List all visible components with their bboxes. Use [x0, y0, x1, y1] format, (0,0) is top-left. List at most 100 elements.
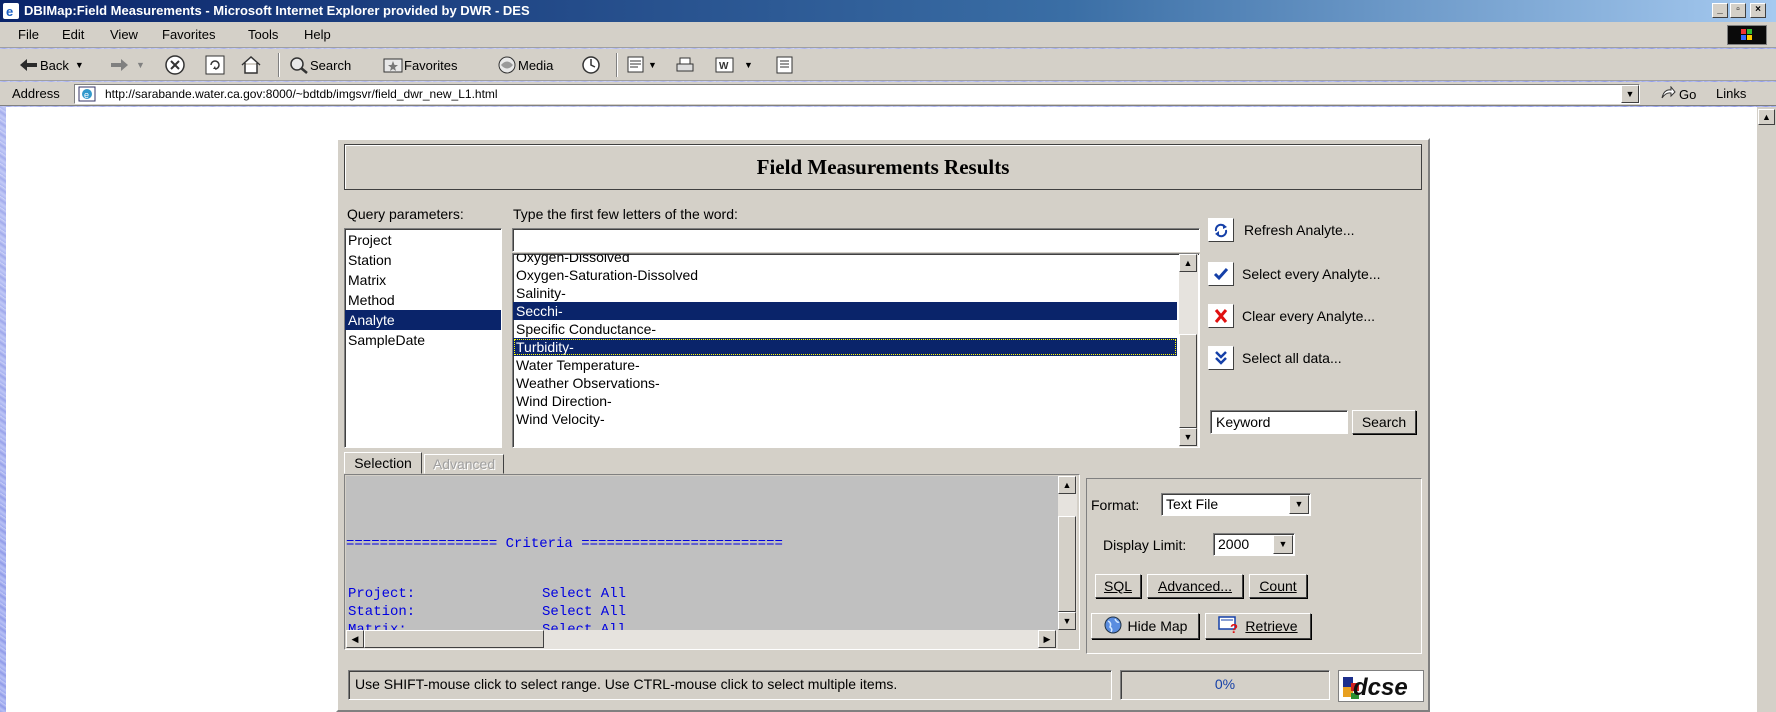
scroll-thumb[interactable] [1058, 516, 1076, 612]
menu-file[interactable]: File [18, 27, 39, 42]
type-letters-label: Type the first few letters of the word: [513, 206, 738, 222]
forward-dropdown-icon[interactable]: ▼ [136, 60, 145, 70]
address-dropdown-icon[interactable]: ▼ [1621, 85, 1639, 103]
close-button[interactable]: × [1750, 3, 1766, 18]
scroll-up-icon[interactable]: ▲ [1179, 254, 1197, 272]
query-param-project[interactable]: Project [345, 230, 501, 250]
select-all-data-button[interactable]: Select all data... [1208, 346, 1342, 370]
analyte-item[interactable]: Wind Direction- [513, 392, 1177, 410]
toolbar-separator [278, 53, 280, 77]
criteria-row: Matrix: Select All [346, 621, 1058, 630]
sql-button[interactable]: SQL [1095, 574, 1141, 598]
go-arrow-icon [1660, 85, 1676, 103]
criteria-panel: ================== Criteria ============… [344, 474, 1080, 650]
query-param-sampledate[interactable]: SampleDate [345, 330, 501, 350]
back-button[interactable]: Back ▼ [18, 53, 84, 77]
scroll-right-icon[interactable]: ▶ [1038, 630, 1056, 648]
word-dropdown-icon[interactable]: ▼ [744, 60, 753, 70]
analyte-item[interactable]: Turbidity- [513, 338, 1177, 356]
minimize-button[interactable]: _ [1712, 3, 1728, 18]
chevron-down-icon[interactable]: ▼ [1273, 535, 1293, 554]
menu-edit[interactable]: Edit [62, 27, 84, 42]
scroll-down-icon[interactable]: ▼ [1058, 612, 1076, 630]
format-label: Format: [1091, 497, 1140, 513]
scroll-up-icon[interactable]: ▲ [1758, 109, 1775, 125]
scroll-down-icon[interactable]: ▼ [1179, 428, 1197, 446]
tab-advanced[interactable]: Advanced [424, 454, 504, 474]
edit-word-button[interactable]: W ▼ [714, 53, 753, 77]
scroll-left-icon[interactable]: ◀ [346, 630, 364, 648]
scroll-thumb[interactable] [1179, 334, 1197, 428]
menu-tools[interactable]: Tools [248, 27, 278, 42]
display-limit-select[interactable]: 2000 ▼ [1213, 533, 1295, 556]
scroll-up-icon[interactable]: ▲ [1058, 476, 1076, 494]
analyte-list-scrollbar[interactable]: ▲ ▼ [1179, 254, 1198, 447]
search-button[interactable]: Search [1352, 410, 1416, 434]
query-parameters-list: Project Station Matrix Method Analyte SampleD… [344, 228, 502, 448]
hide-map-label: Hide Map [1127, 618, 1188, 634]
query-param-station[interactable]: Station [345, 250, 501, 270]
print-button[interactable] [674, 53, 696, 77]
progress-indicator: 0% [1120, 670, 1330, 700]
keyword-input[interactable]: Keyword [1210, 410, 1348, 434]
criteria-vscrollbar[interactable]: ▲ ▼ [1058, 476, 1077, 630]
home-button[interactable] [240, 53, 262, 77]
retrieve-button[interactable]: ? Retrieve [1205, 613, 1311, 639]
select-every-analyte-button[interactable]: Select every Analyte... [1208, 262, 1381, 286]
type-letters-input[interactable] [512, 228, 1200, 252]
dcse-logo-text: dcse [1353, 674, 1408, 701]
history-button[interactable] [580, 53, 602, 77]
menu-favorites[interactable]: Favorites [162, 27, 215, 42]
scroll-thumb[interactable] [364, 630, 544, 648]
back-dropdown-icon[interactable]: ▼ [75, 60, 84, 70]
forward-arrow-icon [108, 55, 130, 75]
analyte-item[interactable]: Water Temperature- [513, 356, 1177, 374]
address-url: http://sarabande.water.ca.gov:8000/~bdtd… [105, 87, 498, 101]
analyte-item[interactable]: Wind Velocity- [513, 410, 1177, 428]
clear-every-analyte-button[interactable]: Clear every Analyte... [1208, 304, 1375, 328]
page-icon: e [78, 86, 96, 102]
stop-button[interactable] [164, 53, 186, 77]
menu-view[interactable]: View [110, 27, 138, 42]
page-scrollbar[interactable]: ▲ [1756, 107, 1776, 712]
analyte-item[interactable]: Secchi- [513, 302, 1177, 320]
query-param-method[interactable]: Method [345, 290, 501, 310]
mail-button[interactable]: ▼ [626, 53, 657, 77]
links-button[interactable]: Links [1716, 86, 1746, 101]
query-param-analyte[interactable]: Analyte [345, 310, 501, 330]
mail-dropdown-icon[interactable]: ▼ [648, 60, 657, 70]
query-param-matrix[interactable]: Matrix [345, 270, 501, 290]
retrieve-label: Retrieve [1245, 618, 1298, 634]
favorites-button[interactable]: Favorites [382, 53, 457, 77]
discuss-button[interactable] [774, 53, 796, 77]
analyte-item[interactable]: Salinity- [513, 284, 1177, 302]
media-button[interactable]: Media [496, 53, 553, 77]
count-button[interactable]: Count [1249, 574, 1307, 598]
address-bar: Address e http://sarabande.water.ca.gov:… [0, 82, 1776, 106]
refresh-button[interactable] [204, 53, 226, 77]
search-button[interactable]: Search [288, 53, 351, 77]
tab-selection[interactable]: Selection [344, 452, 422, 474]
advanced-button[interactable]: Advanced... [1147, 574, 1243, 598]
criteria-key: Station: [348, 604, 416, 620]
criteria-hscrollbar[interactable]: ◀ ▶ [346, 630, 1058, 649]
go-button[interactable]: Go [1660, 85, 1696, 103]
analyte-item[interactable]: Weather Observations- [513, 374, 1177, 392]
discuss-icon [774, 55, 796, 75]
toolbar-separator [616, 53, 618, 77]
stop-icon [164, 55, 186, 75]
analyte-item[interactable]: Oxygen-Dissolved [513, 254, 1177, 266]
forward-button[interactable]: ▼ [108, 53, 145, 77]
menu-help[interactable]: Help [304, 27, 331, 42]
mail-icon [626, 55, 648, 75]
analyte-item[interactable]: Oxygen-Saturation-Dissolved [513, 266, 1177, 284]
hide-map-button[interactable]: Hide Map [1091, 613, 1199, 639]
search-icon [288, 55, 310, 75]
refresh-analyte-button[interactable]: Refresh Analyte... [1208, 218, 1355, 242]
address-input[interactable]: e http://sarabande.water.ca.gov:8000/~bd… [74, 84, 1640, 104]
analyte-item[interactable]: Specific Conductance- [513, 320, 1177, 338]
maximize-button[interactable]: ▫ [1730, 3, 1746, 18]
chevron-down-icon[interactable]: ▼ [1289, 495, 1309, 514]
refresh-analyte-label: Refresh Analyte... [1244, 222, 1355, 238]
format-select[interactable]: Text File ▼ [1161, 493, 1311, 516]
